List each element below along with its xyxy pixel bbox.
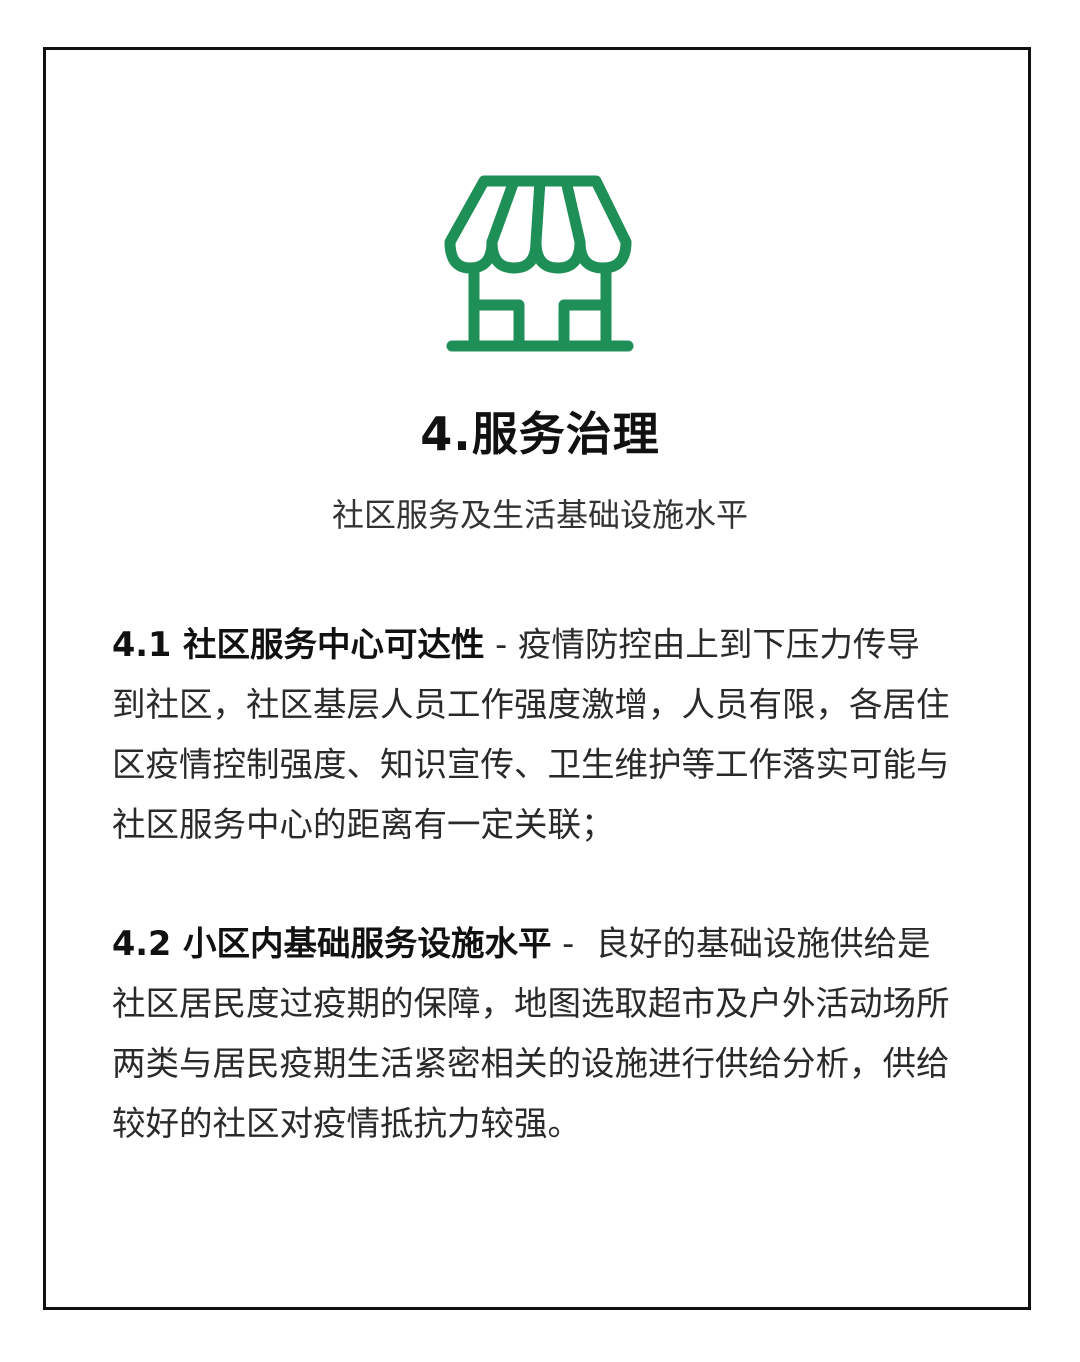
page-subtitle: 社区服务及生活基础设施水平 (331, 496, 748, 534)
section-heading: 4.1 社区服务中心可达性 (112, 625, 485, 664)
section-4-1: 4.1 社区服务中心可达性 - 疫情防控由上到下压力传导到社区，社区基层人员工作… (112, 615, 952, 855)
section-separator: - (484, 625, 518, 664)
section-4-2: 4.2 小区内基础服务设施水平 - 良好的基础设施供给是社区居民度过疫期的保障，… (112, 914, 952, 1154)
section-heading: 4.2 小区内基础服务设施水平 (112, 924, 552, 963)
page-title: 4.服务治理 (420, 407, 660, 461)
storefront-icon (444, 172, 636, 357)
section-separator: - (551, 924, 596, 963)
